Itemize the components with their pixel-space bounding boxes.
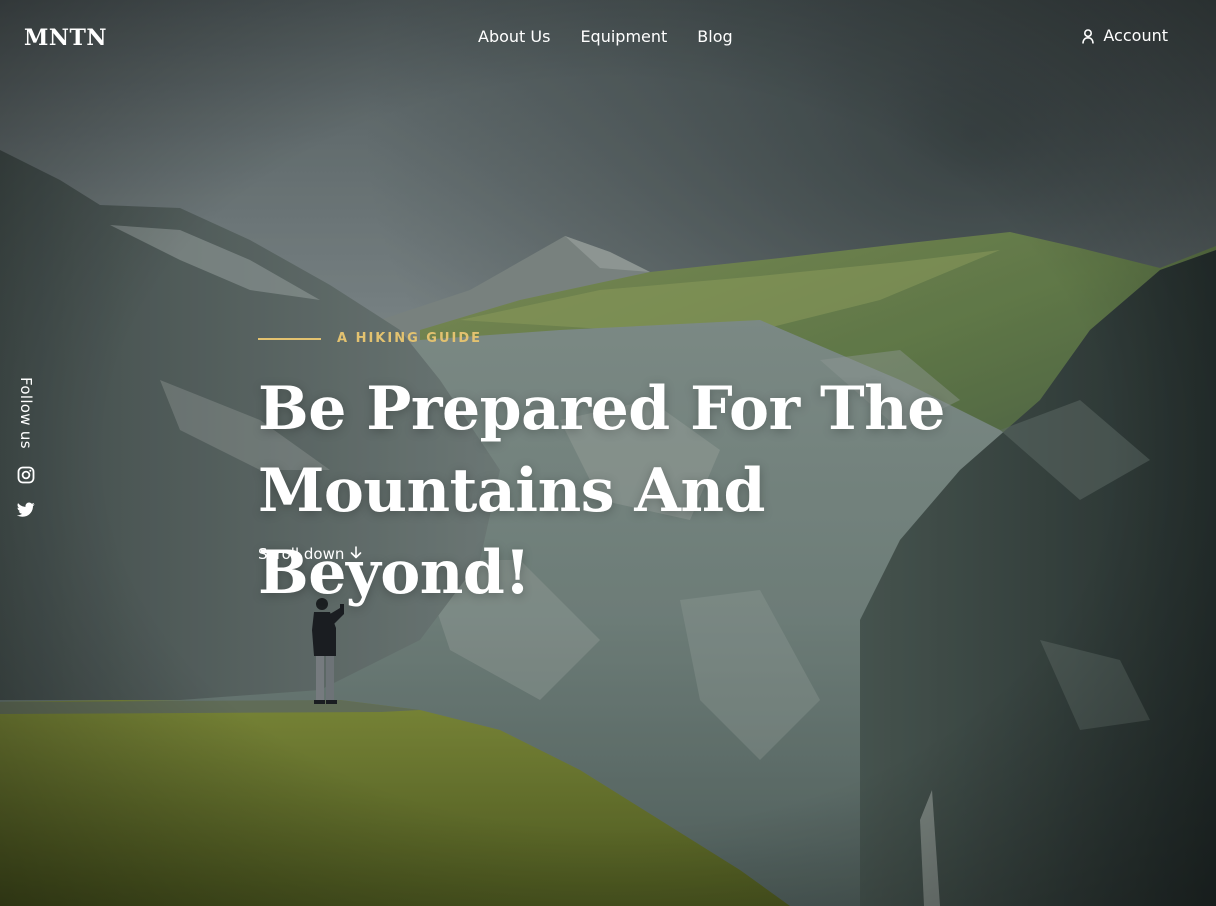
headline-line-2: Mountains And Beyond! — [258, 456, 766, 608]
arrow-down-icon — [350, 545, 362, 563]
scroll-down-label: Scroll down — [258, 545, 345, 563]
twitter-icon[interactable] — [17, 502, 35, 520]
instagram-icon[interactable] — [17, 466, 35, 484]
hero-headline: Be Prepared For The Mountains And Beyond… — [258, 368, 1018, 614]
follow-us-label: Follow us — [17, 377, 35, 449]
eyebrow: A HIKING GUIDE — [258, 331, 482, 347]
eyebrow-divider — [258, 338, 321, 340]
user-icon — [1082, 28, 1095, 44]
headline-line-1: Be Prepared For The — [258, 374, 945, 444]
account-link[interactable]: Account — [1082, 26, 1168, 46]
scroll-down-link[interactable]: Scroll down — [258, 545, 362, 563]
nav-link-equipment[interactable]: Equipment — [580, 27, 667, 47]
nav-link-blog[interactable]: Blog — [697, 27, 732, 47]
site-logo[interactable]: MNTN — [24, 25, 107, 51]
hero-section: MNTN About Us Equipment Blog Account Fol… — [0, 0, 1216, 906]
account-label: Account — [1103, 26, 1168, 45]
nav-link-about-us[interactable]: About Us — [478, 27, 550, 47]
main-nav: About Us Equipment Blog — [478, 27, 733, 47]
eyebrow-label: A HIKING GUIDE — [337, 331, 483, 346]
